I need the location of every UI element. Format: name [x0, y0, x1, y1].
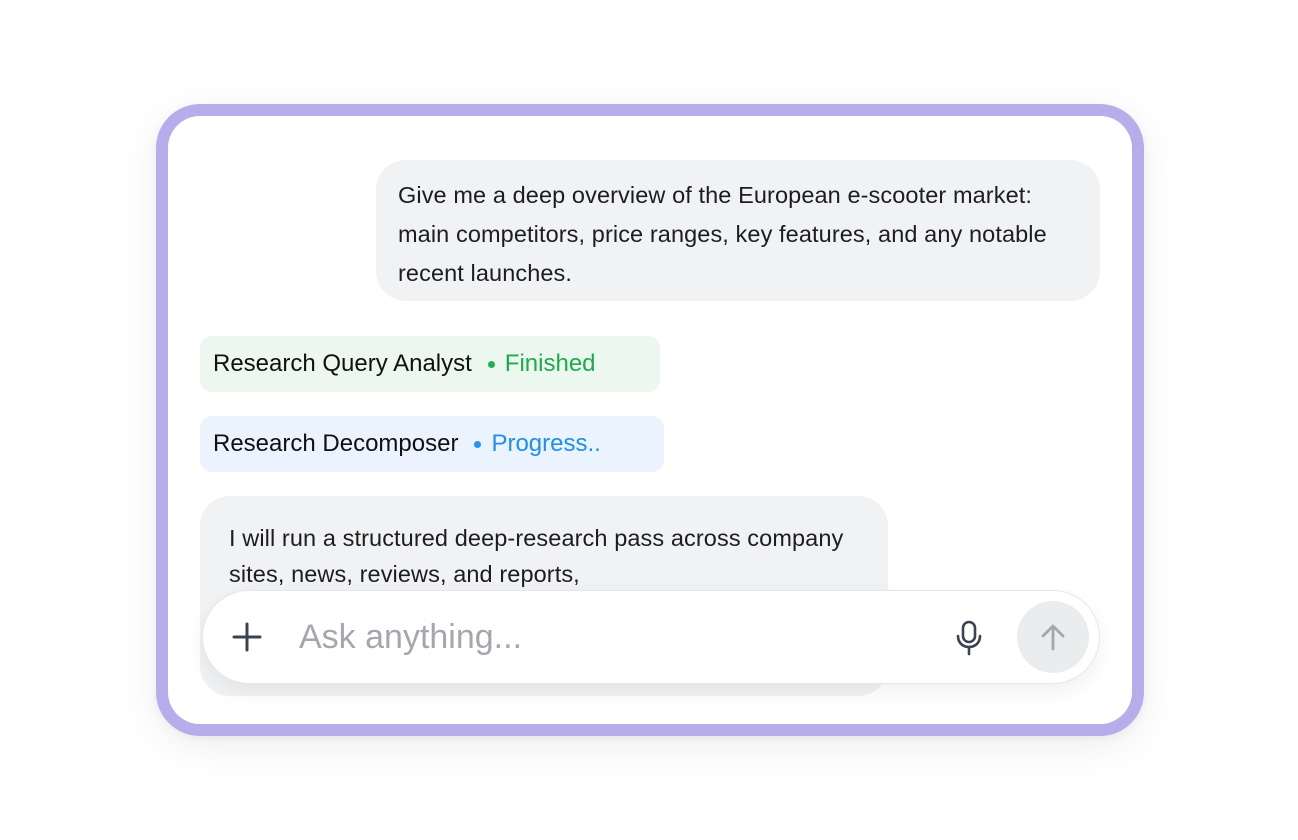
assistant-message-text: I will run a structured deep-research pa…	[229, 525, 844, 587]
voice-input-button[interactable]	[949, 617, 989, 659]
agent-name: Research Decomposer	[213, 430, 459, 457]
status-dot-icon	[487, 360, 495, 368]
status-dot-icon	[474, 440, 482, 448]
agent-status-label: Progress..	[491, 430, 601, 457]
add-attachment-button[interactable]	[227, 617, 267, 657]
agent-status-label: Finished	[504, 350, 596, 377]
user-message-text: Give me a deep overview of the European …	[398, 182, 1047, 286]
plus-icon	[232, 622, 262, 652]
chat-window-frame: Give me a deep overview of the European …	[156, 104, 1144, 736]
send-button[interactable]	[1017, 601, 1089, 673]
message-composer	[202, 590, 1100, 684]
message-input[interactable]	[299, 611, 919, 663]
agent-name: Research Query Analyst	[213, 350, 472, 377]
agent-status-research-query-analyst[interactable]: Research Query Analyst Finished	[200, 336, 660, 392]
user-message-bubble: Give me a deep overview of the European …	[376, 160, 1100, 301]
agent-status-research-decomposer[interactable]: Research Decomposer Progress..	[200, 416, 664, 472]
microphone-icon	[956, 620, 982, 656]
arrow-up-icon	[1041, 624, 1065, 651]
chat-panel: Give me a deep overview of the European …	[168, 116, 1132, 724]
